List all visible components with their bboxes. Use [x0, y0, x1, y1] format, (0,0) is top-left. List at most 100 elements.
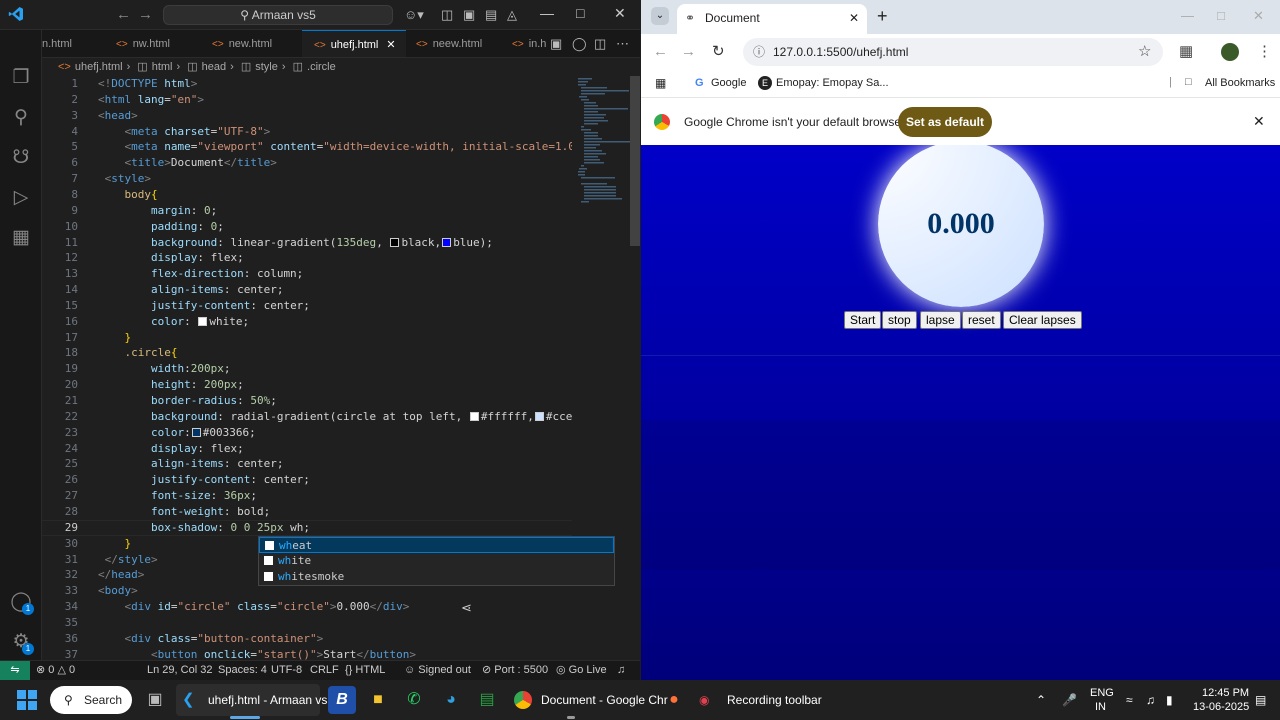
volume-icon[interactable]: ♫ — [1146, 688, 1155, 712]
breadcrumb-item[interactable]: html — [152, 61, 173, 73]
code-line[interactable]: 25 align-items: center; — [42, 456, 572, 472]
code-line[interactable]: 22 background: radial-gradient(circle at… — [42, 409, 572, 425]
code-line[interactable]: 34 <div id="circle" class="circle">0.000… — [42, 599, 572, 615]
file-explorer-icon[interactable]: ■ — [364, 686, 392, 714]
minimize-icon[interactable]: — — [540, 5, 554, 21]
end-of-line[interactable]: CRLF — [310, 661, 339, 680]
toggle-secondary-sidebar-icon[interactable]: ◬ — [507, 7, 517, 23]
suggestion-whitesmoke[interactable]: whitesmoke — [259, 569, 614, 585]
address-bar[interactable]: ⓘ 127.0.0.1:5500/uhefj.html ☆ — [743, 38, 1163, 66]
color-swatch-icon[interactable] — [198, 316, 208, 326]
suggestion-white[interactable]: white — [259, 553, 614, 569]
tab-nw-html[interactable]: <> nw.html — [112, 30, 202, 57]
all-bookmarks[interactable]: All Bookmarks — [1205, 77, 1275, 89]
wifi-icon[interactable]: ≈ — [1126, 688, 1133, 712]
code-line[interactable]: 14 align-items: center; — [42, 282, 572, 298]
code-line[interactable]: 29 box-shadow: 0 0 25px wh; — [42, 520, 572, 536]
maximize-icon[interactable]: □ — [1217, 8, 1225, 23]
toggle-editor-icon[interactable]: ▣ — [463, 7, 475, 23]
battery-icon[interactable]: ▮ — [1166, 688, 1173, 712]
code-line[interactable]: 6 <title>Document</title> — [42, 155, 572, 171]
cursor-position[interactable]: Ln 29, Col 32 — [147, 661, 212, 680]
code-line[interactable]: 7 <style> — [42, 171, 572, 187]
bold-app-icon[interactable]: B — [328, 686, 356, 714]
code-line[interactable]: 13 flex-direction: column; — [42, 266, 572, 282]
whatsapp-icon[interactable]: ✆ — [400, 686, 428, 714]
code-line[interactable]: 2 <html lang="en"> — [42, 92, 572, 108]
code-line[interactable]: 10 padding: 0; — [42, 219, 572, 235]
show-hidden-icons-chevron-icon[interactable]: ⌃ — [1036, 688, 1046, 712]
site-info-icon[interactable]: ⓘ — [753, 38, 765, 66]
color-swatch-icon[interactable] — [191, 427, 201, 437]
run-debug-icon[interactable]: ▷ — [9, 186, 33, 210]
excel-icon[interactable]: ▤ — [473, 686, 501, 714]
explorer-icon[interactable]: ❐ — [9, 66, 33, 90]
tab-search-chevron-icon[interactable]: ⌄ — [651, 7, 669, 25]
tab-uhefj-html[interactable]: <> uhefj.html ✕ — [302, 30, 406, 57]
code-line[interactable]: 3 <head> — [42, 108, 572, 124]
tab-close-icon[interactable]: ✕ — [849, 4, 859, 32]
stop-button[interactable]: stop — [882, 311, 917, 329]
encoding[interactable]: UTF-8 — [271, 661, 302, 680]
scrollbar-thumb[interactable] — [630, 76, 640, 246]
bookmark-google[interactable]: Google — [711, 77, 746, 89]
breadcrumb-item[interactable]: .circle — [307, 61, 336, 73]
task-view-icon[interactable]: ▣ — [141, 686, 169, 714]
live-server-port[interactable]: ⊘ Port : 5500 — [482, 661, 548, 680]
breadcrumb-item[interactable]: uhefj.html — [75, 61, 123, 73]
code-line[interactable]: 12 display: flex; — [42, 250, 572, 266]
code-line[interactable]: 17 } — [42, 330, 572, 346]
code-line[interactable]: 28 font-weight: bold; — [42, 504, 572, 520]
copilot-icon[interactable]: ☺▾ — [404, 7, 424, 23]
clock-time[interactable]: 12:45 PM — [1202, 687, 1249, 699]
tab-neew-html[interactable]: <> neew.html — [406, 30, 506, 57]
toggle-sidebar-icon[interactable]: ◫ — [441, 7, 453, 23]
tab-in-html[interactable]: <> in.h — [506, 30, 546, 57]
code-line[interactable]: 26 justify-content: center; — [42, 472, 572, 488]
code-line[interactable]: 11 background: linear-gradient(135deg, b… — [42, 235, 572, 251]
back-arrow-icon[interactable]: ← — [116, 6, 131, 23]
tab-close-icon[interactable]: ✕ — [386, 39, 395, 51]
clear-lapses-button[interactable]: Clear lapses — [1003, 311, 1082, 329]
edge-icon[interactable]: ◕ — [437, 686, 465, 714]
forward-arrow-icon[interactable]: → — [138, 6, 153, 23]
code-line[interactable]: 20 height: 200px; — [42, 377, 572, 393]
code-line[interactable]: 18 .circle{ — [42, 345, 572, 361]
reset-button[interactable]: reset — [962, 311, 1001, 329]
tab-new-html[interactable]: <> new.html — [202, 30, 302, 57]
code-line[interactable]: 15 justify-content: center; — [42, 298, 572, 314]
close-icon[interactable]: ✕ — [1253, 8, 1264, 24]
taskbar-recording-toolbar[interactable]: ◉ Recording toolbar — [697, 688, 822, 712]
command-center[interactable]: ⚲ Armaan vs5 — [163, 5, 393, 25]
minimize-icon[interactable]: — — [1181, 8, 1194, 23]
forward-arrow-icon[interactable]: → — [681, 43, 696, 60]
color-swatch-icon[interactable] — [534, 411, 544, 421]
code-line[interactable]: 9 margin: 0; — [42, 203, 572, 219]
microphone-icon[interactable]: 🎤 — [1062, 688, 1077, 712]
notifications-bell-icon[interactable]: ♫ — [617, 661, 625, 680]
more-actions-icon[interactable]: ⋯ — [616, 36, 629, 52]
start-button[interactable]: Start — [844, 311, 882, 329]
code-line[interactable]: 24 display: flex; — [42, 441, 572, 457]
color-swatch-icon[interactable] — [442, 237, 452, 247]
open-preview-icon[interactable]: ▣ — [550, 36, 563, 52]
close-icon[interactable]: ✕ — [614, 5, 626, 22]
code-line[interactable]: 16 color: white; — [42, 314, 572, 330]
windows-start-icon[interactable] — [17, 690, 37, 710]
toggle-panel-icon[interactable]: ▤ — [485, 7, 497, 23]
profile-avatar[interactable] — [1221, 43, 1239, 61]
lapse-button[interactable]: lapse — [920, 311, 961, 329]
back-arrow-icon[interactable]: ← — [653, 43, 668, 60]
code-line[interactable]: 35 — [42, 615, 572, 631]
bookmark-star-icon[interactable]: ☆ — [1138, 38, 1151, 66]
split-editor-icon[interactable]: ◫ — [594, 36, 606, 52]
taskbar-vscode[interactable]: ❮ uhefj.html - Armaan vs5 — [176, 684, 334, 716]
tab-n-html[interactable]: n.html — [42, 30, 112, 57]
code-line[interactable]: 8 body{ — [42, 187, 572, 203]
remote-indicator-icon[interactable]: ⇋ — [0, 661, 30, 680]
code-line[interactable]: 27 font-size: 36px; — [42, 488, 572, 504]
menu-kebab-icon[interactable]: ⋮ — [1257, 42, 1272, 60]
code-line[interactable]: 4 <meta charset="UTF-8"> — [42, 124, 572, 140]
infobar-close-icon[interactable]: ✕ — [1253, 113, 1265, 130]
firefox-icon[interactable]: ● — [660, 686, 688, 714]
